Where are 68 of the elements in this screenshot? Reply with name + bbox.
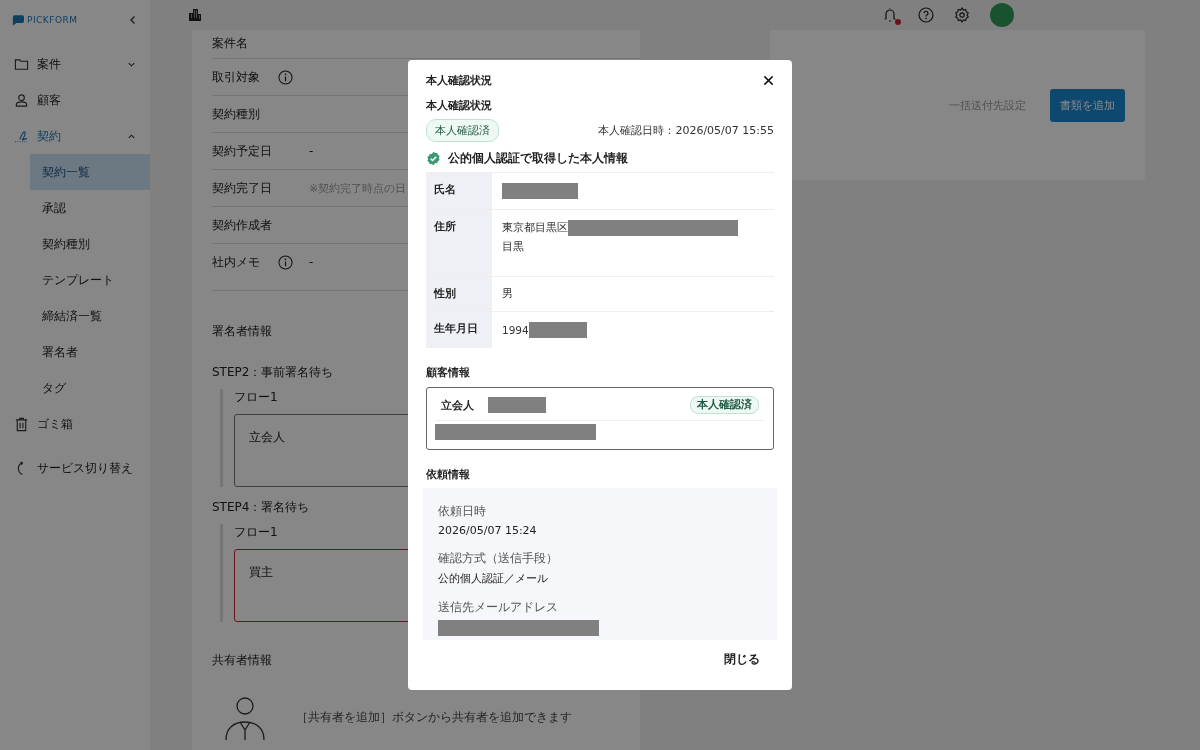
section-title: 依頼情報 (426, 468, 471, 482)
row-label: 性別 (432, 286, 457, 301)
section-title: 本人確認状況 (426, 98, 493, 113)
nav-item[interactable]: 案件 (0, 46, 150, 82)
row-label: 生年月日 (433, 321, 479, 336)
nav-subitem[interactable]: 契約種別 (30, 226, 150, 262)
person-icon (14, 92, 29, 108)
row-value: 目黒 (502, 240, 525, 254)
status-badge: 本人確認済 (426, 119, 499, 142)
empty-hint: ［共有者を追加］ボタンから共有者を追加できます (296, 708, 572, 726)
field-label: 契約作成者 (212, 216, 272, 234)
section-heading: 公的個人認証で取得した本人情報 (448, 151, 628, 166)
redaction-bar (488, 397, 546, 413)
field-label: 契約完了日 (212, 179, 272, 197)
signer-role: 立会人 (249, 430, 285, 444)
customer-role: 立会人 (441, 397, 474, 413)
row-value: 1994 (502, 324, 529, 336)
help-icon[interactable] (918, 7, 934, 23)
nav-subitem[interactable]: 締結済一覧 (30, 298, 150, 334)
field-label: 社内メモ (212, 253, 261, 271)
collapse-icon[interactable] (128, 15, 138, 25)
field-value: - (309, 144, 314, 158)
field-value: 公的個人認証／メール (438, 571, 549, 586)
field-label: 契約予定日 (212, 142, 272, 160)
logo[interactable]: PICKFORM (12, 14, 78, 26)
flow-title: フロー1 (234, 524, 278, 541)
nav-subitem[interactable]: 承認 (30, 190, 150, 226)
status-badge: 本人確認済 (690, 396, 759, 414)
verified-check-icon (426, 151, 441, 166)
step-title: STEP4：署名待ち (212, 499, 310, 516)
trash-icon (14, 416, 29, 432)
field-label: 契約種別 (212, 105, 261, 123)
close-icon[interactable] (763, 74, 774, 86)
field-label: 案件名 (212, 35, 249, 52)
field-label: 依頼日時 (438, 504, 487, 519)
step-title: STEP2：事前署名待ち (212, 364, 334, 381)
nav-item[interactable]: ゴミ箱 (0, 406, 150, 442)
nav-item[interactable]: 顧客 (0, 82, 150, 118)
signature-icon (14, 128, 29, 144)
flow-title: フロー1 (234, 389, 278, 406)
nav-subitem[interactable]: 署名者 (30, 334, 150, 370)
folder-icon (14, 56, 29, 72)
section-title: 共有者情報 (212, 652, 272, 669)
nav-subitem[interactable]: テンプレート (30, 262, 150, 298)
row-value: 男 (502, 287, 513, 301)
field-label: 送信先メールアドレス (438, 600, 559, 615)
row-label: 住所 (433, 219, 457, 234)
row-label: 氏名 (433, 182, 457, 197)
building-icon[interactable] (188, 8, 202, 22)
close-button[interactable]: 閉じる (710, 647, 774, 672)
nav-item[interactable]: サービス切り替え (0, 450, 150, 486)
settings-icon[interactable] (954, 7, 970, 23)
nav-subitem[interactable]: タグ (30, 370, 150, 406)
field-value: - (309, 255, 314, 269)
dialog-title: 本人確認状況 (426, 72, 492, 88)
info-icon[interactable] (278, 69, 293, 85)
row-value: 東京都目黒区 (502, 221, 568, 235)
nav-subitem[interactable]: 契約一覧 (30, 154, 150, 190)
add-document-button[interactable]: 書類を追加 (1050, 88, 1125, 122)
field-label: 確認方式（送信手段） (438, 551, 559, 566)
field-value: 2026/05/07 15:24 (438, 524, 538, 537)
info-icon[interactable] (278, 254, 293, 270)
verified-time: 本人確認日時：2026/05/07 15:55 (598, 123, 774, 138)
bell-icon[interactable] (882, 7, 898, 23)
field-label: 取引対象 (212, 68, 261, 86)
section-title: 顧客情報 (426, 366, 471, 380)
signer-role: 買主 (249, 565, 273, 579)
section-title: 署名者情報 (212, 323, 272, 340)
